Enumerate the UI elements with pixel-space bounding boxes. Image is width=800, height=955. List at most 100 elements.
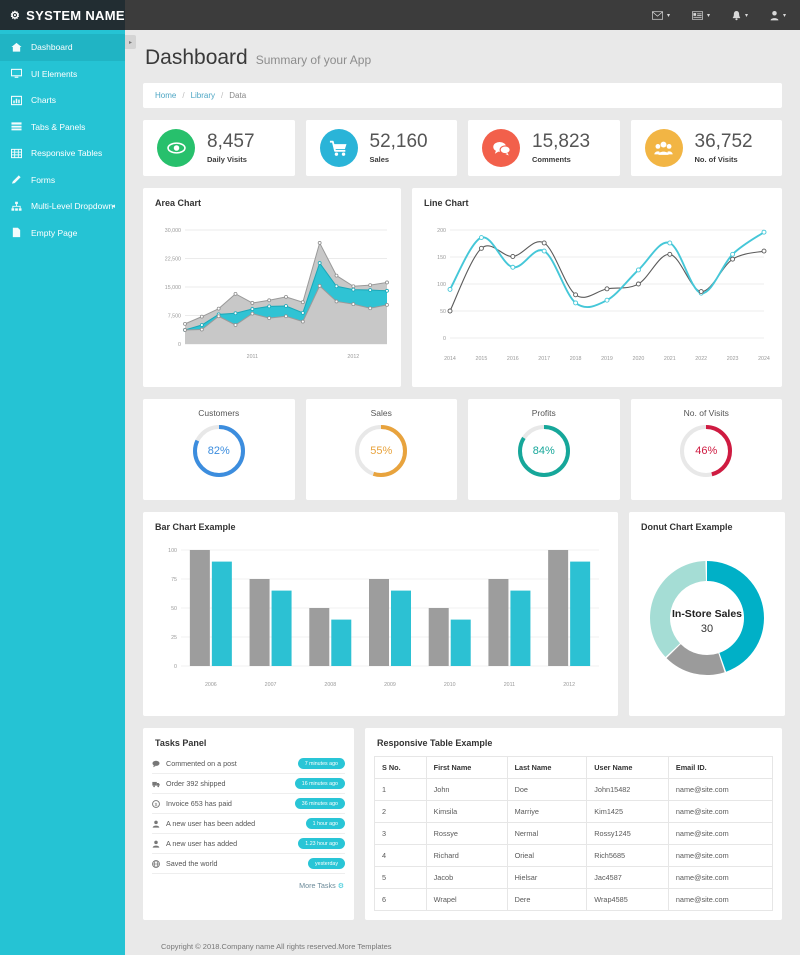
task-item[interactable]: A new user has added 1.23 hour ago bbox=[152, 834, 345, 854]
charts-row-1: Area Chart 0 7,500 15,000 22,500 30,000 2011 2… bbox=[143, 188, 782, 387]
stat-value: 36,752 bbox=[694, 131, 753, 153]
table-cell: Orieal bbox=[506, 844, 588, 867]
more-tasks-label: More Tasks bbox=[299, 881, 336, 890]
main-area: ▾ ▾ ▾ ▾ Dashboard Summary of your App Ho… bbox=[125, 0, 800, 955]
table-cell: name@site.com bbox=[667, 844, 774, 867]
chevron-down-icon: ▾ bbox=[666, 12, 670, 19]
svg-text:2022: 2022 bbox=[695, 356, 707, 362]
file-icon bbox=[11, 227, 22, 238]
area-chart-title: Area Chart bbox=[155, 198, 202, 208]
sidebar-item-empty-page[interactable]: Empty Page bbox=[0, 220, 125, 247]
table-row: 2 Kimsila Marriye Kim1425 name@site.com bbox=[374, 800, 774, 823]
breadcrumb-item-library[interactable]: Library bbox=[191, 91, 215, 100]
task-label: Commented on a post bbox=[166, 759, 237, 768]
table-cell: John bbox=[425, 778, 508, 801]
truck-icon bbox=[152, 780, 160, 788]
bottom-row: Tasks Panel Commented on a post 7 minutes… bbox=[143, 728, 782, 920]
stat-card-daily-visits: 8,457 Daily Visits bbox=[143, 120, 295, 176]
line-chart: 0 50 100 150 200 2014 2015 2016 2017 2018 2019 2020… bbox=[412, 214, 782, 387]
breadcrumb-item-home[interactable]: Home bbox=[155, 91, 176, 100]
task-item[interactable]: $ Invoice 653 has paid 36 minutes ago bbox=[152, 794, 345, 814]
table-header-row: S No. First Name Last Name User Name Email I… bbox=[374, 756, 774, 779]
more-tasks-button[interactable]: More Tasks ⚙ bbox=[143, 874, 354, 892]
breadcrumb: Home / Library / Data bbox=[143, 83, 782, 108]
user-icon bbox=[152, 840, 160, 848]
table-cell: Jacob bbox=[425, 866, 508, 889]
user-menu[interactable]: ▾ bbox=[770, 10, 786, 21]
charts-row-2: Bar Chart Example 0 25 50 75 100 2006 2007 2008… bbox=[143, 512, 785, 716]
comments-icon bbox=[482, 129, 520, 167]
table-cell: Hielsar bbox=[506, 866, 588, 889]
table-cell: Nermal bbox=[506, 822, 588, 845]
progress-card-profits: Profits 84% bbox=[468, 399, 620, 500]
line-chart-title: Line Chart bbox=[424, 198, 469, 208]
stat-cards: 8,457 Daily Visits 52,160 Sales 15,823 Commen… bbox=[143, 120, 782, 176]
svg-text:2010: 2010 bbox=[444, 682, 456, 688]
table-cell: 2 bbox=[374, 800, 427, 823]
svg-text:2016: 2016 bbox=[507, 356, 519, 362]
svg-text:50: 50 bbox=[440, 309, 446, 315]
user-icon bbox=[152, 820, 160, 828]
svg-text:2018: 2018 bbox=[570, 356, 582, 362]
messages-menu[interactable]: ▾ bbox=[651, 10, 670, 20]
svg-text:75: 75 bbox=[171, 577, 177, 583]
table-cell: Rich5685 bbox=[586, 844, 669, 867]
sidebar-item-multi-level-dropdown[interactable]: Multi-Level Dropdown ◂ bbox=[0, 193, 125, 220]
sidebar-item-label: Charts bbox=[31, 95, 57, 106]
page-content: Dashboard Summary of your App Home / Lib… bbox=[125, 30, 800, 955]
svg-text:2021: 2021 bbox=[664, 356, 676, 362]
svg-text:30,000: 30,000 bbox=[165, 228, 181, 234]
donut-chart: In-Store Sales 30 bbox=[629, 538, 785, 698]
task-label: A new user has added bbox=[166, 839, 238, 848]
stat-value: 15,823 bbox=[532, 131, 591, 153]
table-row: 4 Richard Orieal Rich5685 name@site.com bbox=[374, 844, 774, 867]
progress-card-customers: Customers 82% bbox=[143, 399, 295, 500]
page-title-text: Dashboard bbox=[145, 46, 248, 69]
sidebar-item-dashboard[interactable]: Dashboard bbox=[0, 34, 125, 61]
task-time-badge: 16 minutes ago bbox=[294, 778, 345, 789]
table-cell: Rossy1245 bbox=[586, 822, 669, 845]
progress-label: Sales bbox=[370, 408, 392, 418]
sidebar-item-responsive-tables[interactable]: Responsive Tables bbox=[0, 140, 125, 167]
sidebar: ⚙ SYSTEM NAME Dashboard UI Elements Charts… bbox=[0, 0, 125, 955]
tasks-panel-title: Tasks Panel bbox=[155, 738, 207, 748]
table-column-header: Last Name bbox=[506, 756, 588, 779]
task-item[interactable]: Commented on a post 7 minutes ago bbox=[152, 754, 345, 774]
svg-text:2015: 2015 bbox=[476, 356, 488, 362]
topbar: ▾ ▾ ▾ ▾ bbox=[125, 0, 800, 30]
page-subtitle: Summary of your App bbox=[255, 53, 372, 67]
sidebar-item-tabs-panels[interactable]: Tabs & Panels bbox=[0, 114, 125, 141]
brand-logo[interactable]: ⚙ SYSTEM NAME bbox=[0, 0, 125, 30]
progress-ring: 82% bbox=[190, 422, 248, 480]
task-item[interactable]: A new user has been added 1 hour ago bbox=[152, 814, 345, 834]
stat-label: Daily Visits bbox=[207, 154, 247, 164]
sidebar-item-label: Dashboard bbox=[31, 42, 73, 53]
panels-icon bbox=[11, 121, 22, 132]
sidebar-collapse-toggle[interactable]: ▸ bbox=[125, 35, 136, 49]
users-table: S No. First Name Last Name User Name Email I… bbox=[374, 756, 774, 911]
task-item[interactable]: Order 392 shipped 16 minutes ago bbox=[152, 774, 345, 794]
notifications-menu[interactable]: ▾ bbox=[732, 10, 748, 21]
table-cell: Richard bbox=[425, 844, 508, 867]
sidebar-item-charts[interactable]: Charts bbox=[0, 87, 125, 114]
table-cell: Wrapel bbox=[425, 888, 508, 911]
svg-text:2011: 2011 bbox=[247, 354, 258, 360]
stat-value: 52,160 bbox=[369, 131, 428, 153]
table-row: 3 Rossye Nermal Rossy1245 name@site.com bbox=[374, 822, 774, 845]
svg-text:0: 0 bbox=[174, 664, 177, 670]
stat-label: Sales bbox=[369, 154, 390, 164]
sidebar-item-ui-elements[interactable]: UI Elements bbox=[0, 61, 125, 88]
svg-text:2012: 2012 bbox=[563, 682, 575, 688]
table-column-header: User Name bbox=[586, 756, 669, 779]
tasks-menu[interactable]: ▾ bbox=[691, 10, 710, 20]
sidebar-item-forms[interactable]: Forms bbox=[0, 167, 125, 194]
copyright-text: Copyright © 2018.Company name All rights… bbox=[161, 942, 392, 951]
table-cell: Marriye bbox=[506, 800, 588, 823]
table-cell: Kimsila bbox=[425, 800, 508, 823]
stat-card-no-of-visits: 36,752 No. of Visits bbox=[630, 120, 782, 176]
chart-icon bbox=[11, 95, 22, 106]
stat-value: 8,457 bbox=[207, 131, 255, 153]
progress-card-no-of-visits: No. of Visits 46% bbox=[630, 399, 782, 500]
task-label: Invoice 653 has paid bbox=[166, 799, 232, 808]
task-item[interactable]: Saved the world yesterday bbox=[152, 854, 345, 874]
